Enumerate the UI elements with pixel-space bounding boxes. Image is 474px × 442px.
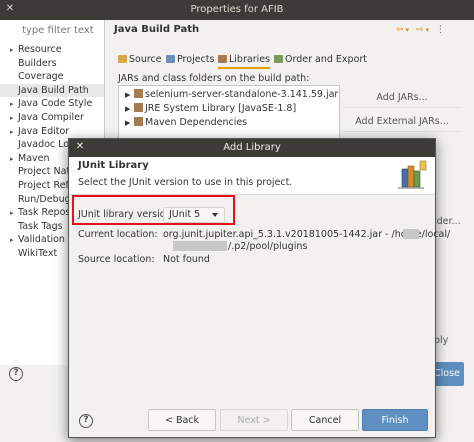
- tab-projects[interactable]: Projects: [166, 52, 214, 68]
- sidebar-item[interactable]: ▸ Resource: [10, 43, 62, 56]
- dialog-titlebar: ✕ Add Library: [69, 139, 435, 157]
- expand-arrow-icon[interactable]: ▸: [10, 234, 18, 247]
- sidebar-item[interactable]: ▸ Java Code Style: [10, 97, 92, 110]
- sidebar-item-label: Builders: [18, 57, 57, 69]
- expand-arrow-icon[interactable]: ▸: [10, 98, 18, 111]
- tab-projects-label: Projects: [177, 54, 215, 65]
- finish-button[interactable]: Finish: [362, 409, 428, 431]
- add-jars-button[interactable]: Add JARs...: [343, 88, 461, 108]
- window-titlebar: ✕ Properties for AFIB: [0, 0, 474, 20]
- active-tab-indicator: [218, 67, 270, 69]
- list-item[interactable]: ▶ Maven Dependencies: [125, 116, 247, 129]
- expand-arrow-icon[interactable]: ▸: [10, 207, 18, 220]
- back-arrow-icon[interactable]: ⇦: [396, 25, 406, 35]
- filter-input[interactable]: type filter text: [22, 25, 94, 36]
- source-folder-icon: [118, 55, 127, 63]
- projects-icon: [166, 55, 175, 63]
- banner-title: JUnit Library: [78, 160, 149, 171]
- back-button[interactable]: < Back: [148, 409, 216, 431]
- jars-label: JARs and class folders on the build path…: [118, 73, 310, 84]
- location-value-line2: /.p2/pool/plugins: [228, 241, 308, 252]
- nav-arrows[interactable]: ⇦▾ ⇨▾ ⋮: [396, 25, 447, 35]
- sidebar-item-label: Maven: [18, 152, 50, 164]
- expand-arrow-icon[interactable]: ▸: [10, 126, 18, 139]
- jar-label: JRE System Library [JavaSE-1.8]: [145, 103, 297, 114]
- sidebar-item-label: Coverage: [18, 71, 64, 83]
- sidebar-item[interactable]: ▸ Java Editor: [10, 125, 69, 138]
- order-export-icon: [274, 55, 283, 63]
- cancel-button[interactable]: Cancel: [291, 409, 359, 431]
- window-title: Properties for AFIB: [190, 4, 284, 15]
- list-item[interactable]: ▶ selenium-server-standalone-3.141.59.jar…: [125, 88, 339, 102]
- page-title: Java Build Path: [114, 24, 200, 35]
- tab-libraries-label: Libraries: [229, 54, 271, 65]
- sidebar-item[interactable]: Task Tags: [10, 220, 63, 233]
- tab-source-label: Source: [129, 54, 162, 65]
- sidebar-item-label: Resource: [18, 44, 62, 55]
- sidebar-item[interactable]: Builders: [10, 57, 57, 70]
- tab-source[interactable]: Source: [118, 52, 162, 68]
- sidebar-item[interactable]: Java Build Path: [0, 83, 104, 97]
- source-label: Source location:: [78, 254, 155, 265]
- highlight-rectangle: [72, 195, 235, 225]
- sidebar-item-label: Java Build Path: [18, 84, 89, 96]
- source-value: Not found: [163, 254, 210, 265]
- location-label: Current location:: [78, 229, 158, 240]
- sidebar-item-label: Java Editor: [18, 125, 70, 137]
- tab-order-export[interactable]: Order and Export: [274, 52, 367, 68]
- banner-description: Select the JUnit version to use in this …: [78, 177, 293, 188]
- expand-arrow-icon[interactable]: ▶: [125, 89, 134, 102]
- sidebar-item[interactable]: WikiText: [10, 247, 57, 260]
- sidebar-item[interactable]: ▸ Java Compiler: [10, 111, 84, 124]
- sidebar-item-label: WikiText: [18, 248, 58, 259]
- redacted-block: [173, 241, 227, 251]
- redacted-block: [403, 229, 419, 239]
- help-icon[interactable]: ?: [9, 367, 23, 381]
- forward-dropdown-icon[interactable]: ▾: [425, 26, 431, 34]
- dialog-banner: JUnit Library Select the JUnit version t…: [69, 157, 435, 195]
- jar-icon: [134, 89, 143, 98]
- back-dropdown-icon[interactable]: ▾: [406, 26, 412, 34]
- jar-label: selenium-server-standalone-3.141.59.jar …: [145, 89, 339, 100]
- libraries-icon: [218, 55, 227, 63]
- next-button[interactable]: Next >: [220, 409, 288, 431]
- dialog-help-icon[interactable]: ?: [79, 414, 93, 428]
- expand-arrow-icon[interactable]: ▶: [125, 117, 134, 130]
- library-icon: [134, 117, 143, 126]
- list-item[interactable]: ▶ JRE System Library [JavaSE-1.8]: [125, 102, 296, 115]
- library-icon: [134, 103, 143, 112]
- tab-libraries[interactable]: Libraries: [218, 52, 270, 68]
- sidebar-item-label: Task Tags: [18, 220, 63, 232]
- sidebar-item[interactable]: Coverage: [10, 70, 64, 83]
- apply-button[interactable]: ply: [434, 331, 466, 351]
- sidebar-item-label: Java Compiler: [18, 112, 84, 123]
- tab-order-export-label: Order and Export: [285, 54, 368, 65]
- expand-arrow-icon[interactable]: ▶: [125, 103, 134, 116]
- add-external-jars-button[interactable]: Add External JARs...: [343, 112, 461, 132]
- dialog-title: Add Library: [223, 142, 281, 153]
- expand-arrow-icon[interactable]: ▸: [10, 44, 18, 57]
- jar-label: Maven Dependencies: [145, 117, 248, 128]
- sidebar-item[interactable]: ▸ Validation: [10, 233, 65, 246]
- expand-arrow-icon[interactable]: ▸: [10, 153, 18, 166]
- sidebar-item-label: Java Code Style: [18, 98, 93, 110]
- add-library-dialog: ✕ Add Library JUnit Library Select the J…: [68, 138, 450, 438]
- menu-icon[interactable]: ⋮: [436, 25, 447, 35]
- jar-list[interactable]: ▶ selenium-server-standalone-3.141.59.jar…: [118, 85, 340, 145]
- expand-arrow-icon[interactable]: ▸: [10, 112, 18, 125]
- library-books-icon: [394, 159, 428, 192]
- sidebar-item-label: Validation: [18, 234, 65, 246]
- sidebar-item[interactable]: ▸ Maven: [10, 152, 50, 165]
